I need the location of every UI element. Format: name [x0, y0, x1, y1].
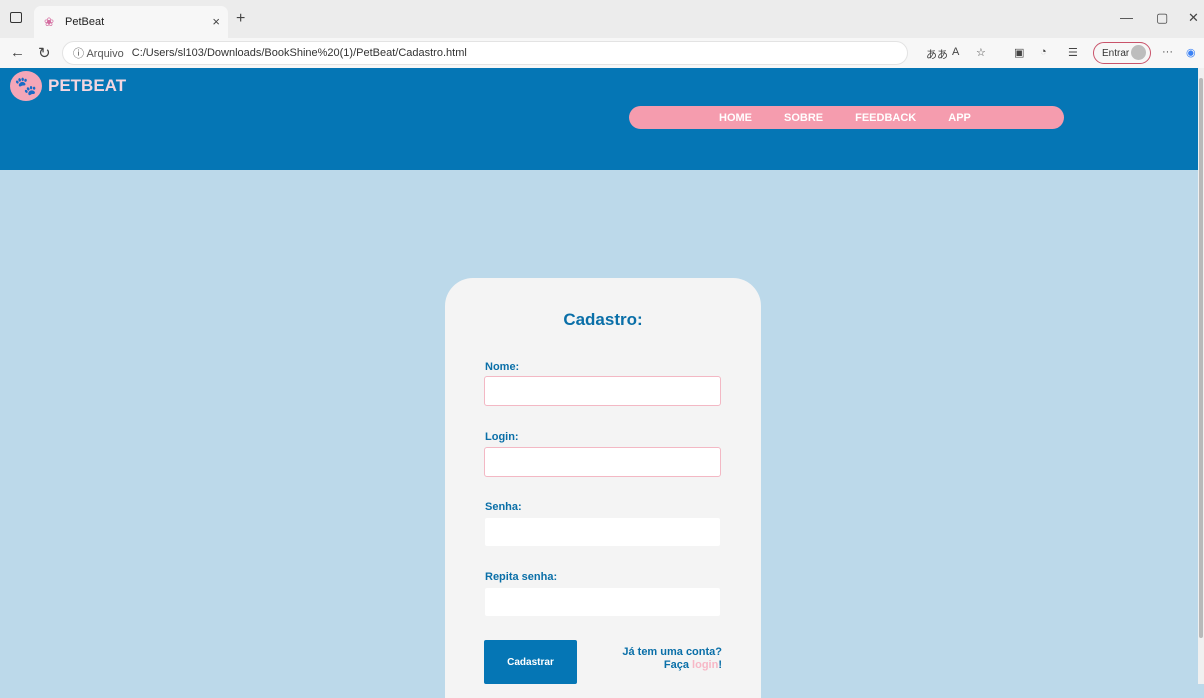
browser-tab[interactable]: ❀ PetBeat × — [34, 6, 228, 38]
paw-favicon-icon: ❀ — [44, 15, 55, 29]
tab-close-icon[interactable]: × — [212, 14, 220, 29]
minimize-icon[interactable]: — — [1120, 10, 1133, 25]
url-field[interactable]: ⓘ Arquivo C:/Users/sl103/Downloads/BookS… — [62, 41, 908, 65]
avatar-icon — [1131, 45, 1146, 60]
extension-icon[interactable]: ▣ — [1014, 46, 1024, 59]
brand-name: PETBEAT — [48, 76, 127, 95]
logo[interactable]: 🐾 PETBEAT — [10, 71, 126, 101]
hint-suffix: ! — [718, 659, 722, 671]
hint-question: Já tem uma conta? — [622, 646, 722, 658]
login-link[interactable]: login — [692, 659, 718, 671]
close-window-icon[interactable]: ✕ — [1188, 10, 1199, 26]
hint-prefix: Faça — [663, 659, 693, 671]
paw-heart-icon: 🐾 — [10, 71, 42, 101]
hint-action: Faça login! — [595, 659, 722, 672]
site-header: 🐾 PETBEAT HOME SOBRE FEEDBACK APP — [0, 68, 1198, 170]
browser-tab-bar: ❀ PetBeat × + — ▢ ✕ — [0, 0, 1204, 38]
scrollbar-thumb[interactable] — [1199, 78, 1203, 638]
nav-sobre[interactable]: SOBRE — [784, 112, 823, 124]
tab-title: PetBeat — [65, 16, 105, 28]
nav-app[interactable]: APP — [948, 112, 971, 124]
login-input[interactable] — [484, 447, 721, 477]
nome-label: Nome: — [485, 361, 520, 373]
sidebar-toggle-icon[interactable] — [10, 12, 22, 23]
browser-essentials-icon[interactable]: ◔ — [1040, 46, 1047, 58]
nome-input[interactable] — [484, 376, 721, 406]
repita-senha-label: Repita senha: — [485, 571, 558, 583]
refresh-icon[interactable]: ↻ — [38, 44, 51, 62]
address-bar-row: ← ↻ ⓘ Arquivo C:/Users/sl103/Downloads/B… — [0, 38, 1204, 68]
cadastrar-button[interactable]: Cadastrar — [484, 640, 577, 684]
senha-input[interactable] — [484, 517, 721, 547]
new-tab-icon[interactable]: + — [236, 10, 245, 28]
translate-icon[interactable]: ああ — [926, 46, 948, 62]
copilot-icon[interactable]: ◉ — [1186, 46, 1196, 59]
nav-home[interactable]: HOME — [719, 112, 752, 124]
url-text: C:/Users/sl103/Downloads/BookShine%20(1)… — [131, 47, 467, 59]
more-options-icon[interactable]: ··· — [1162, 46, 1173, 58]
form-title: Cadastro: — [563, 310, 643, 329]
nav-feedback[interactable]: FEEDBACK — [855, 112, 916, 124]
read-aloud-icon[interactable]: A — [952, 46, 959, 58]
maximize-icon[interactable]: ▢ — [1156, 10, 1168, 26]
sign-in-button[interactable]: Entrar — [1093, 42, 1151, 64]
main-nav: HOME SOBRE FEEDBACK APP — [629, 106, 1064, 129]
sign-in-label: Entrar — [1102, 47, 1130, 59]
login-hint: Já tem uma conta? Faça login! — [595, 646, 722, 672]
favorite-icon[interactable]: ☆ — [976, 46, 986, 59]
favorites-list-icon[interactable]: ☰ — [1068, 46, 1078, 59]
senha-label: Senha: — [485, 501, 522, 513]
file-info-label: ⓘ Arquivo — [73, 48, 124, 60]
repita-senha-input[interactable] — [484, 587, 721, 617]
page-scrollbar[interactable] — [1198, 68, 1204, 684]
register-card: Cadastro: Nome: Login: Senha: Repita sen… — [445, 278, 761, 698]
login-label: Login: — [485, 431, 519, 443]
back-icon[interactable]: ← — [10, 44, 25, 61]
